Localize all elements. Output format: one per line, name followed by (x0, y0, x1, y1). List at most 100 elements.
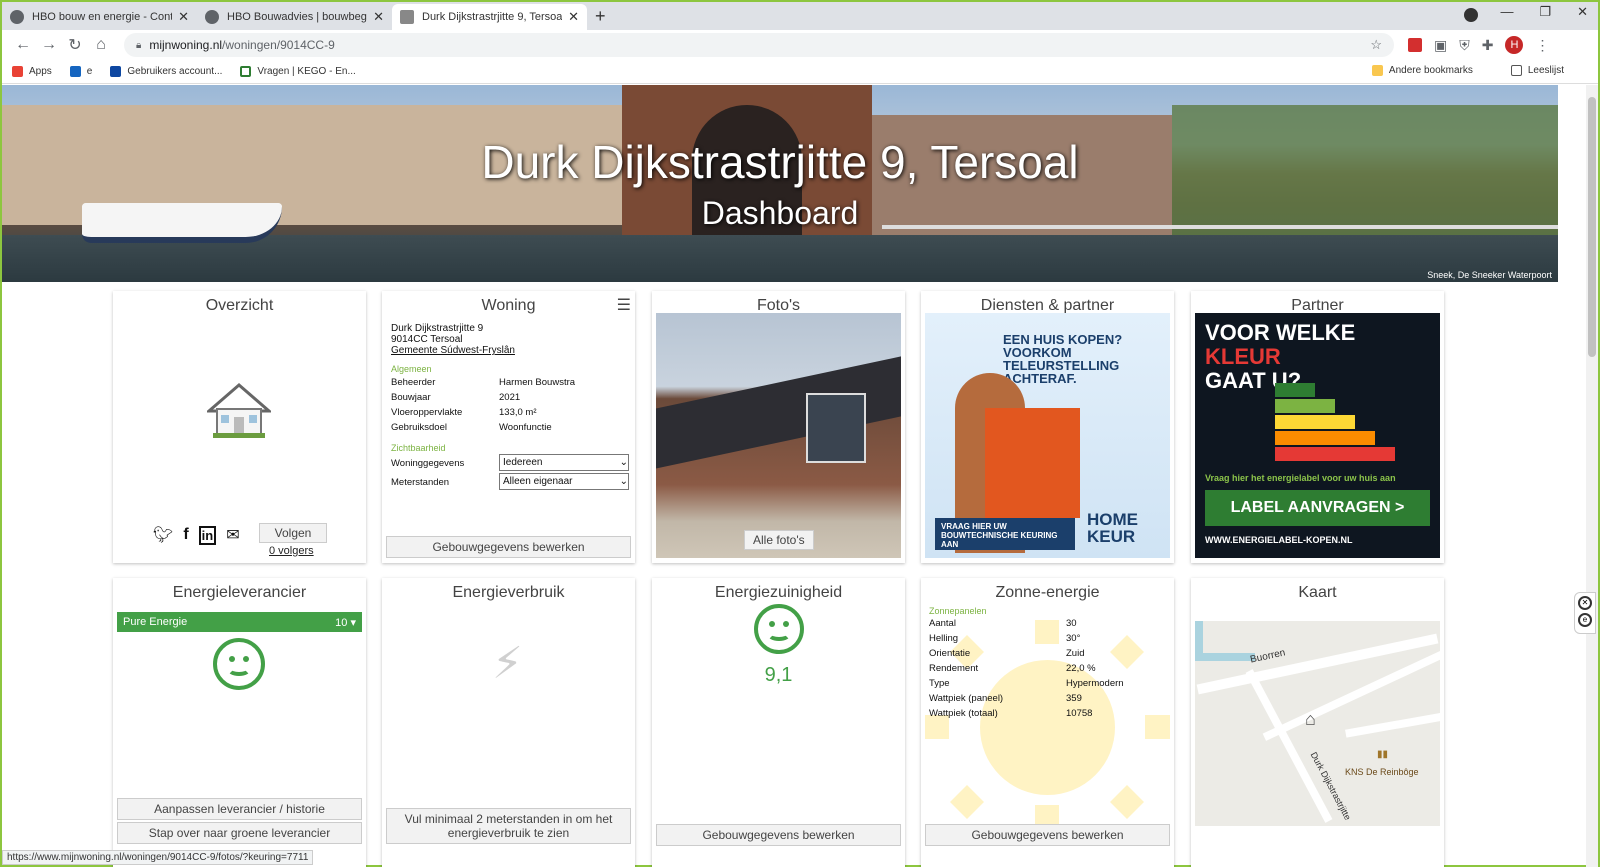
profile-icon[interactable] (1464, 8, 1478, 22)
card-partner: Partner VOOR WELKE KLEUR GAAT U? Vraag hie… (1191, 291, 1444, 563)
pdf-extension-icon[interactable] (1408, 38, 1422, 52)
bookmark-reading-list[interactable]: Leeslijst (1510, 65, 1564, 76)
ad-headline: EEN HUIS KOPEN? VOORKOM TELEURSTELLING A… (1003, 332, 1123, 386)
info-key: Meterstanden (391, 477, 450, 488)
edge-extension-icon[interactable]: e (1578, 613, 1592, 627)
edit-building-button[interactable]: Gebouwgegevens bewerken (925, 824, 1170, 846)
follow-button[interactable]: Volgen (259, 523, 327, 543)
home-icon[interactable]: ⌂ (88, 36, 114, 54)
facebook-icon[interactable]: f (183, 526, 188, 544)
smiley-icon (754, 604, 804, 654)
chevron-down-icon: ⌄ (619, 457, 628, 468)
mail-icon[interactable]: ✉ (226, 525, 239, 545)
forward-icon[interactable]: → (36, 36, 62, 54)
info-key: Vloeroppervlakte (391, 407, 463, 418)
close-window-icon[interactable]: ✕ (1577, 4, 1588, 20)
switch-green-supplier-button[interactable]: Stap over naar groene leverancier (117, 822, 362, 844)
lightning-icon: ⚡︎ (492, 639, 523, 688)
share-icons: 🐦︎ f in ✉ (153, 525, 240, 545)
hamburger-menu-icon[interactable]: ☰ (617, 295, 631, 315)
card-title: Foto's (756, 297, 801, 314)
card-title: Zonne-energie (995, 584, 1100, 601)
lock-icon[interactable]: 🔒︎ (136, 40, 141, 51)
visibility-meter-select[interactable]: Alleen eigenaar ⌄ (499, 473, 629, 490)
shield-icon[interactable]: ⛨ (1459, 37, 1470, 54)
smiley-mouth (767, 627, 791, 641)
linkedin-icon[interactable]: in (198, 525, 217, 545)
star-icon[interactable]: ☆ (1370, 37, 1382, 53)
info-row: Vloeroppervlakte 133,0 m² (391, 405, 629, 420)
info-row: Wattpiek (totaal) 10758 (929, 706, 1124, 721)
change-supplier-button[interactable]: Aanpassen leverancier / historie (117, 798, 362, 820)
reload-icon[interactable]: ↻ (62, 35, 88, 55)
smiley-icon (213, 638, 265, 690)
browser-tab-2[interactable]: HBO Bouwadvies | bouwbegeleid ✕ (197, 4, 392, 30)
browser-tab-1[interactable]: HBO bouw en energie - Content ✕ (2, 4, 197, 30)
folder-icon (1371, 65, 1383, 76)
more-icon[interactable]: ⋮ (1535, 37, 1549, 54)
card-title: Diensten & partner (980, 297, 1115, 314)
usage-message-button[interactable]: Vul minimaal 2 meterstanden in om het en… (386, 808, 631, 844)
bookmark-label: e (86, 66, 93, 77)
tab-title: Durk Dijkstrastrjitte 9, Tersoal | D (422, 11, 563, 23)
page-scrollbar[interactable] (1586, 85, 1598, 867)
bookmark-apps[interactable]: Apps (12, 66, 52, 77)
supplier-select[interactable]: Pure Energie 10 ▾ (117, 612, 362, 632)
close-icon[interactable]: ✕ (178, 9, 189, 25)
followers-link[interactable]: 0 volgers (269, 545, 314, 557)
card-efficiency: Energiezuinigheid 9,1 Gebouwgegevens bew… (652, 578, 905, 867)
twitter-icon[interactable]: 🐦︎ (153, 525, 173, 545)
bookmark-icon (69, 66, 81, 77)
puzzle-icon[interactable]: ✚ (1482, 37, 1494, 54)
energielabel-ad[interactable]: VOOR WELKE KLEUR GAAT U? Vraag hier het en… (1195, 313, 1440, 558)
new-tab-button[interactable]: + (595, 4, 606, 30)
label-request-button[interactable]: LABEL AANVRAGEN > (1205, 490, 1430, 526)
card-solar: Zonne-energie Zonnepanelen Aantal 30 Hell… (921, 578, 1174, 867)
info-value: Zuid (1066, 648, 1085, 659)
close-icon[interactable]: ✕ (1578, 596, 1592, 610)
all-photos-button[interactable]: Alle foto's (744, 530, 814, 550)
info-value: Woonfunctie (499, 422, 552, 433)
minimize-icon[interactable]: — (1500, 4, 1513, 20)
browser-tabbar: HBO bouw en energie - Content ✕ HBO Bouwa… (2, 2, 1598, 30)
close-icon[interactable]: ✕ (568, 9, 579, 25)
house-marker-icon[interactable]: ⌂ (1305, 709, 1316, 730)
map-road (1262, 649, 1440, 741)
bookmark-label: Apps (29, 66, 52, 77)
window-controls: — ❐ ✕ (1500, 4, 1588, 20)
info-key: Orientatie (929, 648, 971, 659)
info-key: Type (929, 678, 950, 689)
bookmark-other[interactable]: Andere bookmarks (1371, 65, 1473, 76)
avatar[interactable]: H (1505, 36, 1524, 54)
section-label: Zichtbaarheid (391, 443, 446, 453)
house-photo[interactable]: Alle foto's (656, 313, 901, 558)
edit-building-button[interactable]: Gebouwgegevens bewerken (656, 824, 901, 846)
extension-icon[interactable]: ▣ (1434, 37, 1447, 54)
info-row: Wattpiek (paneel) 359 (929, 691, 1124, 706)
municipality-link[interactable]: Gemeente Súdwest-Fryslân (391, 345, 629, 356)
browser-tab-3[interactable]: Durk Dijkstrastrjitte 9, Tersoal | D ✕ (392, 4, 587, 30)
edit-building-button[interactable]: Gebouwgegevens bewerken (386, 536, 631, 558)
label-bar (1275, 383, 1315, 397)
scrollbar-thumb[interactable] (1588, 97, 1596, 357)
supplier-score: 10 ▾ (335, 616, 356, 629)
sun-ray (950, 785, 984, 819)
bookmark-e[interactable]: e (69, 66, 93, 77)
energy-label-bars (1275, 383, 1395, 463)
map-road (1245, 669, 1333, 823)
card-overview: Overzicht 🐦︎ f in ✉ Volgen 0 volgers (113, 291, 366, 563)
card-title: Kaart (1298, 584, 1337, 601)
bookmark-label: Vragen | KEGO - En... (257, 66, 356, 77)
close-icon[interactable]: ✕ (373, 9, 384, 25)
visibility-woning-select[interactable]: Iedereen ⌄ (499, 454, 629, 471)
ad-subtext: Vraag hier het energielabel voor uw huis… (1205, 473, 1396, 483)
homekeur-ad[interactable]: EEN HUIS KOPEN? VOORKOM TELEURSTELLING A… (925, 313, 1170, 558)
map-water (1195, 621, 1255, 661)
info-key: Aantal (929, 618, 956, 629)
bookmark-accounts[interactable]: Gebruikers account... (110, 66, 222, 77)
bookmark-kego[interactable]: Vragen | KEGO - En... (240, 66, 356, 77)
restore-icon[interactable]: ❐ (1539, 4, 1551, 20)
back-icon[interactable]: ← (10, 36, 36, 54)
address-bar[interactable]: 🔒︎ mijnwoning.nl/woningen/9014CC-9 ☆ (124, 33, 1394, 57)
location-map[interactable]: Buorren Durk Dijkstrastrjitte ⌂ ▮▮ KNS D… (1195, 621, 1440, 826)
